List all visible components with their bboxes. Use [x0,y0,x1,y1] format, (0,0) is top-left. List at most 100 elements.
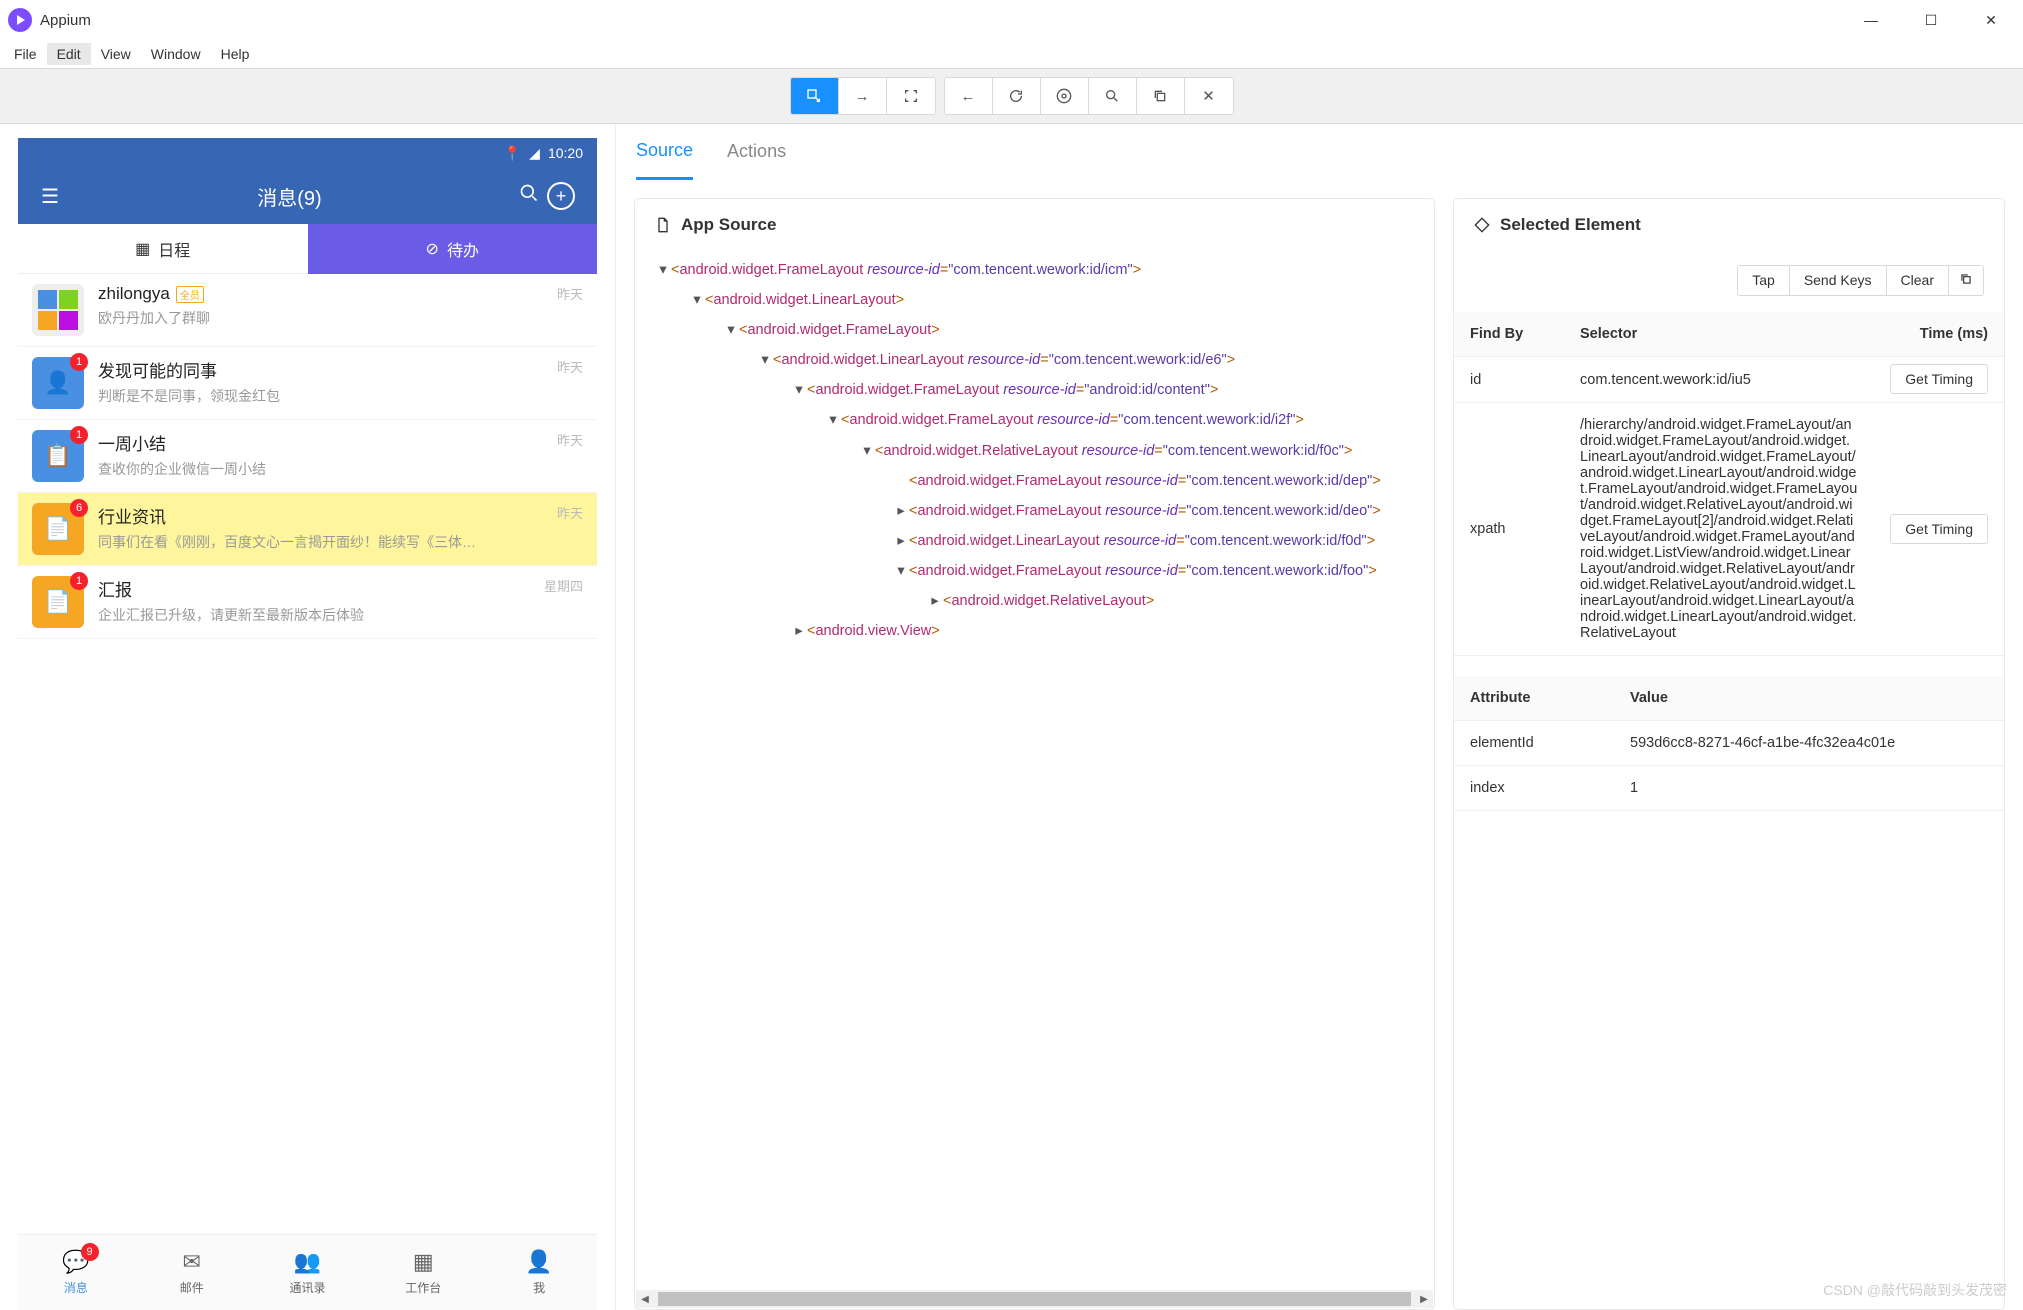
chat-item[interactable]: 📄1汇报企业汇报已升级，请更新至最新版本后体验星期四 [18,566,597,639]
tree-arrow-icon[interactable]: ▾ [825,407,841,433]
tree-arrow-icon[interactable]: ▾ [893,558,909,584]
menu-window[interactable]: Window [141,43,211,65]
check-icon: ⊘ [426,239,439,259]
chat-time: 昨天 [557,284,583,303]
add-icon[interactable]: + [547,182,583,210]
close-button[interactable]: ✕ [1961,0,2021,40]
tap-coords-button[interactable] [887,78,935,114]
badge: 1 [70,426,88,444]
get-timing-button[interactable]: Get Timing [1890,364,1988,394]
select-element-button[interactable] [791,78,839,114]
chat-item[interactable]: 📄6行业资讯同事们在看《刚刚，百度文心一言揭开面纱！能续写《三体…昨天 [18,493,597,566]
swipe-button[interactable]: → [839,78,887,114]
tree-node[interactable]: ▸<android.widget.RelativeLayout> [635,586,1434,616]
chat-list[interactable]: zhilongya全员欧丹丹加入了群聊昨天👤1发现可能的同事判断是不是同事，领现… [18,274,597,1234]
tree-node[interactable]: ▾<android.widget.FrameLayout resource-id… [635,375,1434,405]
recording-button[interactable] [1041,78,1089,114]
tab-source[interactable]: Source [636,124,693,180]
nav-item[interactable]: ▦工作台 [365,1235,481,1310]
badge: 1 [70,353,88,371]
search-icon[interactable] [511,183,547,209]
chat-item[interactable]: 👤1发现可能的同事判断是不是同事，领现金红包昨天 [18,347,597,420]
chat-subtitle: 查收你的企业微信一周小结 [98,459,583,479]
chat-time: 昨天 [557,430,583,449]
nav-label: 我 [533,1279,545,1296]
tree-node[interactable]: ▾<android.widget.FrameLayout resource-id… [635,556,1434,586]
maximize-button[interactable]: ☐ [1901,0,1961,40]
horizontal-scrollbar[interactable]: ◀ ▶ [636,1290,1433,1308]
tree-node[interactable]: ▾<android.widget.RelativeLayout resource… [635,436,1434,466]
calendar-icon: ▦ [135,239,150,259]
menu-view[interactable]: View [91,43,141,65]
selector-value: com.tencent.wework:id/iu5 [1564,357,1874,403]
tree-arrow-icon[interactable]: ▾ [655,257,671,283]
nav-item[interactable]: ✉邮件 [134,1235,250,1310]
chat-subtitle: 判断是不是同事，领现金红包 [98,386,583,406]
tree-node[interactable]: ▾<android.widget.FrameLayout resource-id… [635,405,1434,435]
chat-item[interactable]: zhilongya全员欧丹丹加入了群聊昨天 [18,274,597,347]
tree-arrow-icon[interactable]: ▾ [859,438,875,464]
menu-edit[interactable]: Edit [47,43,91,65]
wifi-icon: ◢ [529,145,540,162]
attr-key: elementId [1454,721,1614,766]
chat-title: 发现可能的同事 [98,357,217,382]
clear-button[interactable]: Clear [1886,265,1949,296]
chat-subtitle: 欧丹丹加入了群聊 [98,308,583,328]
subtab-schedule[interactable]: ▦ 日程 [18,224,308,274]
send-keys-button[interactable]: Send Keys [1789,265,1887,296]
tree-arrow-icon[interactable]: ▸ [893,498,909,524]
back-button[interactable]: ← [945,78,993,114]
tree-arrow-icon[interactable]: ▾ [791,377,807,403]
copy-button[interactable] [1137,78,1185,114]
tree-arrow-icon[interactable]: ▾ [757,347,773,373]
table-row: idcom.tencent.wework:id/iu5 Get Timing [1454,357,2004,403]
tree-arrow-icon[interactable]: ▸ [893,528,909,554]
minimize-button[interactable]: — [1841,0,1901,40]
tree-node[interactable]: <android.widget.FrameLayout resource-id=… [635,466,1434,496]
menubar: File Edit View Window Help [0,40,2023,68]
window-titlebar: Appium — ☐ ✕ [0,0,2023,40]
source-tree[interactable]: ▾<android.widget.FrameLayout resource-id… [635,251,1434,1290]
copy-element-button[interactable] [1948,265,1984,296]
tree-node[interactable]: ▸<android.widget.FrameLayout resource-id… [635,496,1434,526]
tree-arrow-icon[interactable]: ▸ [927,588,943,614]
inspector-tabs: Source Actions [616,124,1453,180]
tree-node[interactable]: ▸<android.widget.LinearLayout resource-i… [635,526,1434,556]
tree-arrow-icon[interactable]: ▾ [723,317,739,343]
chat-subtitle: 企业汇报已升级，请更新至最新版本后体验 [98,605,583,625]
chat-time: 昨天 [557,503,583,522]
tree-node[interactable]: ▾<android.widget.FrameLayout resource-id… [635,255,1434,285]
tree-arrow-icon[interactable]: ▾ [689,287,705,313]
tap-button[interactable]: Tap [1737,265,1790,296]
subtab-todo[interactable]: ⊘ 待办 [308,224,598,274]
tab-actions[interactable]: Actions [727,125,786,178]
location-icon: 📍 [504,145,521,162]
refresh-button[interactable] [993,78,1041,114]
app-source-header: App Source [635,199,1434,251]
attr-value: 593d6cc8-8271-46cf-a1be-4fc32ea4c01e [1614,721,2004,766]
nav-item[interactable]: 💬消息9 [18,1235,134,1310]
status-time: 10:20 [548,145,583,161]
table-row: xpath/hierarchy/android.widget.FrameLayo… [1454,403,2004,656]
file-icon [655,217,671,233]
menu-help[interactable]: Help [211,43,260,65]
device-appbar[interactable]: ☰ 消息(9) + [18,168,597,224]
hamburger-icon[interactable]: ☰ [32,184,68,209]
tree-node[interactable]: ▸<android.view.View> [635,616,1434,646]
app-logo [8,8,32,32]
menu-file[interactable]: File [4,43,47,65]
tree-node[interactable]: ▾<android.widget.FrameLayout> [635,315,1434,345]
nav-item[interactable]: 👤我 [481,1235,597,1310]
quit-button[interactable]: ✕ [1185,78,1233,114]
tree-arrow-icon[interactable]: ▸ [791,618,807,644]
chat-item[interactable]: 📋1一周小结查收你的企业微信一周小结昨天 [18,420,597,493]
bottom-nav: 💬消息9✉邮件👥通讯录▦工作台👤我 [18,1234,597,1310]
tree-node[interactable]: ▾<android.widget.LinearLayout resource-i… [635,345,1434,375]
nav-icon: ✉ [182,1249,200,1275]
search-button[interactable] [1089,78,1137,114]
get-timing-button[interactable]: Get Timing [1890,514,1988,544]
attr-key: index [1454,766,1614,811]
nav-item[interactable]: 👥通讯录 [250,1235,366,1310]
tree-node[interactable]: ▾<android.widget.LinearLayout> [635,285,1434,315]
findby-key: id [1454,357,1564,403]
